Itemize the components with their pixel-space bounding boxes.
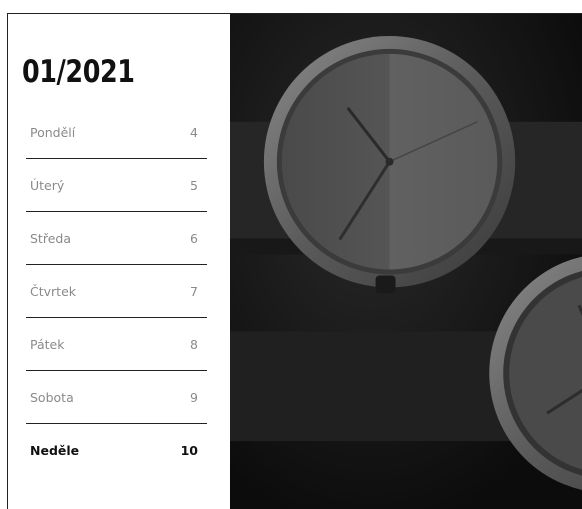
day-number: 5 <box>190 177 198 193</box>
day-number: 9 <box>190 389 198 405</box>
day-item-thursday[interactable]: Čtvrtek 7 <box>26 265 207 318</box>
day-name: Neděle <box>30 443 80 458</box>
day-name: Pondělí <box>30 124 76 140</box>
month-title: 01/2021 <box>22 54 135 90</box>
day-number: 7 <box>190 283 198 299</box>
day-name: Sobota <box>30 389 74 405</box>
day-number: 4 <box>190 124 198 140</box>
day-name: Úterý <box>30 177 65 193</box>
day-item-friday[interactable]: Pátek 8 <box>26 318 207 371</box>
wristwatches-image <box>230 14 582 509</box>
calendar-card: 01/2021 Pondělí 4 Úterý 5 Středa 6 Čtvrt… <box>7 13 582 509</box>
day-number: 8 <box>190 336 198 352</box>
day-name: Středa <box>30 230 71 246</box>
day-item-wednesday[interactable]: Středa 6 <box>26 212 207 265</box>
day-name: Čtvrtek <box>30 283 76 299</box>
week-panel: 01/2021 Pondělí 4 Úterý 5 Středa 6 Čtvrt… <box>8 14 230 509</box>
day-item-tuesday[interactable]: Úterý 5 <box>26 159 207 212</box>
day-item-saturday[interactable]: Sobota 9 <box>26 371 207 424</box>
day-number: 6 <box>190 230 198 246</box>
day-item-monday[interactable]: Pondělí 4 <box>26 106 207 159</box>
day-name: Pátek <box>30 336 65 352</box>
day-list: Pondělí 4 Úterý 5 Středa 6 Čtvrtek 7 Pát… <box>26 106 207 477</box>
day-number: 10 <box>180 443 198 458</box>
day-item-sunday[interactable]: Neděle 10 <box>26 424 207 477</box>
